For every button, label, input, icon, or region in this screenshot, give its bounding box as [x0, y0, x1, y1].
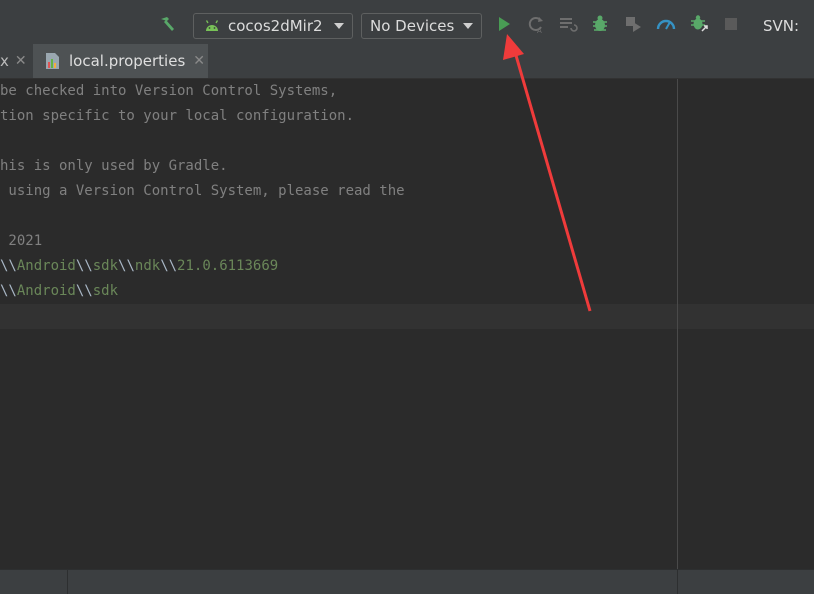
stop-icon[interactable] [721, 14, 741, 34]
chevron-down-icon [463, 23, 473, 29]
path-separator: \\ [75, 258, 93, 274]
code-line-2: tion specific to your local configuratio… [0, 108, 355, 124]
chevron-down-icon [334, 23, 344, 29]
path-separator: \\ [0, 283, 17, 299]
close-icon[interactable]: ✕ [15, 53, 27, 69]
path-separator: \\ [75, 283, 93, 299]
right-margin-guide [677, 79, 678, 569]
code-line-7: 2021 [0, 233, 43, 249]
path-separator: \\ [160, 258, 178, 274]
path-segment: ndk [134, 258, 161, 274]
close-icon[interactable]: ✕ [193, 53, 205, 69]
path-segment: Android [16, 258, 76, 274]
path-separator: \\ [118, 258, 135, 274]
tab-local-properties[interactable]: local.properties ✕ [33, 44, 208, 78]
tab-previous-file[interactable]: x ✕ [0, 44, 27, 78]
android-icon [204, 20, 220, 32]
apply-changes-icon[interactable]: A [526, 14, 546, 34]
run-icon[interactable] [494, 14, 514, 34]
attach-debugger-icon[interactable] [623, 14, 643, 34]
code-line-1: be checked into Version Control Systems, [0, 83, 338, 99]
profile-icon[interactable] [656, 14, 676, 34]
svg-text:A: A [537, 27, 542, 34]
properties-file-icon [45, 52, 61, 70]
run-configuration-label: cocos2dMir2 [228, 17, 323, 35]
debug-icon[interactable] [590, 14, 610, 34]
attach-debugger-process-icon[interactable] [689, 14, 709, 34]
main-toolbar: cocos2dMir2 No Devices A SVN: [0, 0, 814, 44]
device-selector-label: No Devices [370, 17, 455, 35]
status-divider [67, 570, 68, 594]
path-segment: sdk [92, 283, 119, 299]
path-separator: \\ [0, 258, 17, 274]
apply-code-changes-icon[interactable] [558, 14, 578, 34]
device-selector-combo[interactable]: No Devices [361, 13, 482, 39]
path-segment: sdk [92, 258, 119, 274]
caret-line-highlight [0, 304, 814, 329]
status-bar [0, 569, 814, 594]
run-configuration-combo[interactable]: cocos2dMir2 [193, 13, 353, 39]
status-divider [677, 570, 678, 594]
build-hammer-icon[interactable] [158, 14, 178, 34]
tab-previous-label: x [0, 52, 9, 70]
code-line-sdk-dir: \\Android\\sdk [0, 279, 118, 304]
tab-label: local.properties [69, 52, 186, 70]
code-line-ndk-dir: \\Android\\sdk\\ndk\\21.0.6113669 [0, 254, 278, 279]
code-line-4: his is only used by Gradle. [0, 158, 228, 174]
path-segment: Android [16, 283, 76, 299]
code-line-5: using a Version Control System, please r… [0, 183, 405, 199]
svn-label: SVN: [763, 17, 800, 35]
path-segment: 21.0.6113669 [177, 258, 279, 274]
